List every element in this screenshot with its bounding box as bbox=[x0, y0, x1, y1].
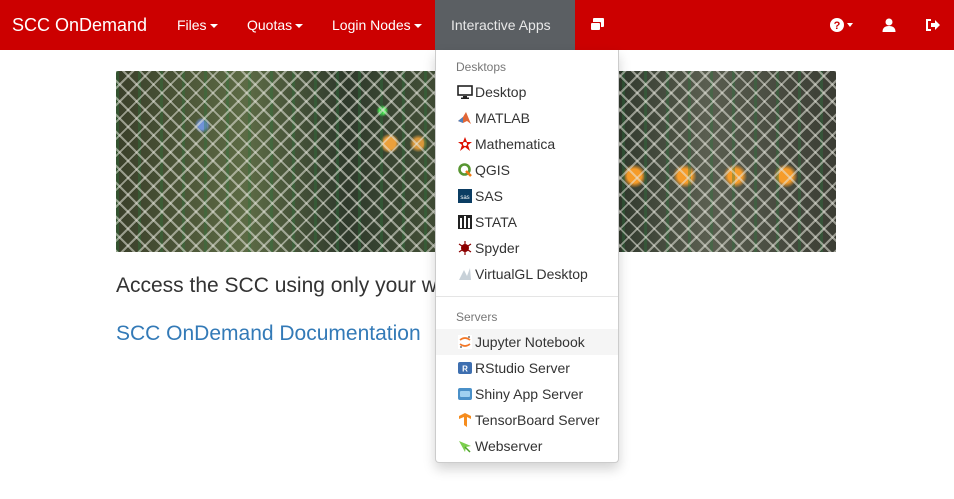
menu-item-mathematica[interactable]: Mathematica bbox=[436, 131, 618, 157]
menu-item-label: RStudio Server bbox=[475, 360, 570, 376]
menu-item-spyder[interactable]: Spyder bbox=[436, 235, 618, 261]
matlab-icon bbox=[457, 110, 473, 126]
nav-files-label: Files bbox=[177, 17, 207, 33]
caret-down-icon bbox=[295, 24, 304, 29]
menu-item-label: Desktop bbox=[475, 84, 527, 100]
sign-out-icon[interactable] bbox=[913, 0, 953, 50]
svg-text:?: ? bbox=[834, 20, 841, 32]
help-menu[interactable]: ? bbox=[820, 0, 864, 50]
nav-files[interactable]: Files bbox=[161, 0, 234, 50]
menu-item-label: SAS bbox=[475, 188, 504, 204]
menu-item-label: Mathematica bbox=[475, 136, 556, 152]
virtualgl-icon bbox=[457, 266, 473, 282]
menu-item-label: Webserver bbox=[475, 438, 543, 454]
menu-item-jupyter-notebook[interactable]: Jupyter Notebook bbox=[436, 329, 618, 355]
mathematica-icon bbox=[457, 136, 473, 152]
documentation-link[interactable]: SCC OnDemand Documentation bbox=[116, 322, 421, 346]
menu-item-label: Shiny App Server bbox=[475, 386, 584, 402]
brand-logo[interactable]: SCC OnDemand bbox=[12, 0, 147, 50]
menu-item-label: Spyder bbox=[475, 240, 520, 256]
menu-item-rstudio-server[interactable]: R RStudio Server bbox=[436, 355, 618, 381]
section-header-servers: Servers bbox=[456, 310, 498, 324]
shiny-icon bbox=[457, 386, 473, 402]
qgis-icon bbox=[457, 162, 473, 178]
caret-down-icon bbox=[413, 24, 422, 29]
menu-item-label: Jupyter Notebook bbox=[475, 334, 585, 350]
menu-item-virtualgl-desktop[interactable]: VirtualGL Desktop bbox=[436, 261, 618, 287]
menu-item-label: STATA bbox=[475, 214, 517, 230]
menu-item-qgis[interactable]: QGIS bbox=[436, 157, 618, 183]
menu-item-label: QGIS bbox=[475, 162, 511, 178]
menu-item-sas[interactable]: sas SAS bbox=[436, 183, 618, 209]
user-icon[interactable] bbox=[869, 0, 909, 50]
stata-icon bbox=[457, 214, 473, 230]
top-navbar: SCC OnDemand Files Quotas Login Nodes In… bbox=[0, 0, 954, 79]
lead-text: Access the SCC using only your w bbox=[116, 274, 437, 297]
rstudio-icon: R bbox=[457, 360, 473, 376]
nav-interactive-apps[interactable]: Interactive Apps bbox=[435, 0, 575, 79]
menu-item-matlab[interactable]: MATLAB bbox=[436, 105, 618, 131]
windows-icon[interactable] bbox=[577, 0, 617, 50]
menu-item-shiny-app-server[interactable]: Shiny App Server bbox=[436, 381, 618, 407]
jupyter-icon bbox=[457, 334, 473, 350]
svg-text:sas: sas bbox=[460, 195, 469, 201]
nav-quotas[interactable]: Quotas bbox=[231, 0, 319, 50]
webserver-icon bbox=[457, 438, 473, 454]
menu-divider bbox=[436, 296, 618, 297]
menu-item-stata[interactable]: STATA bbox=[436, 209, 618, 235]
menu-item-label: VirtualGL Desktop bbox=[475, 266, 588, 282]
nav-login-nodes[interactable]: Login Nodes bbox=[316, 0, 438, 50]
svg-text:R: R bbox=[462, 365, 468, 374]
menu-item-label: MATLAB bbox=[475, 110, 530, 126]
spyder-icon bbox=[457, 240, 473, 256]
menu-item-label: TensorBoard Server bbox=[475, 412, 600, 428]
nav-interactive-apps-label: Interactive Apps bbox=[451, 17, 551, 33]
menu-item-tensorboard-server[interactable]: TensorBoard Server bbox=[436, 407, 618, 433]
tensorboard-icon bbox=[457, 412, 473, 428]
caret-down-icon bbox=[209, 24, 218, 29]
section-header-desktops: Desktops bbox=[456, 60, 507, 74]
help-icon: ? bbox=[830, 18, 853, 32]
nav-quotas-label: Quotas bbox=[247, 17, 293, 33]
sas-icon: sas bbox=[457, 188, 473, 204]
menu-item-desktop[interactable]: Desktop bbox=[436, 79, 618, 105]
monitor-icon bbox=[457, 84, 473, 100]
interactive-apps-dropdown: Desktops Desktop MATLAB Mathematica QGIS… bbox=[435, 50, 619, 463]
nav-login-nodes-label: Login Nodes bbox=[332, 17, 411, 33]
menu-item-webserver[interactable]: Webserver bbox=[436, 433, 618, 459]
